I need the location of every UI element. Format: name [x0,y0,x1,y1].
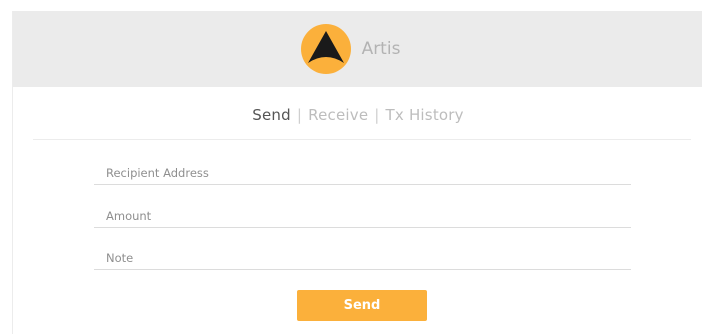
nav-divider [33,139,691,140]
tab-separator: | [374,106,380,124]
brand: Artis [300,23,401,75]
brand-name: Artis [361,39,401,59]
send-button[interactable]: Send [297,290,427,321]
amount-input[interactable] [94,204,631,228]
note-input[interactable] [94,246,631,270]
wallet-panel: Artis Send | Receive | Tx History Send [12,11,702,334]
tab-tx-history[interactable]: Tx History [386,106,464,124]
artis-logo-icon [300,24,351,74]
tab-receive[interactable]: Receive [308,106,368,124]
tab-nav: Send | Receive | Tx History [13,106,702,124]
recipient-address-input[interactable] [94,161,631,185]
tab-send[interactable]: Send [252,106,291,124]
app-header: Artis [13,11,702,87]
tab-separator: | [296,106,303,124]
